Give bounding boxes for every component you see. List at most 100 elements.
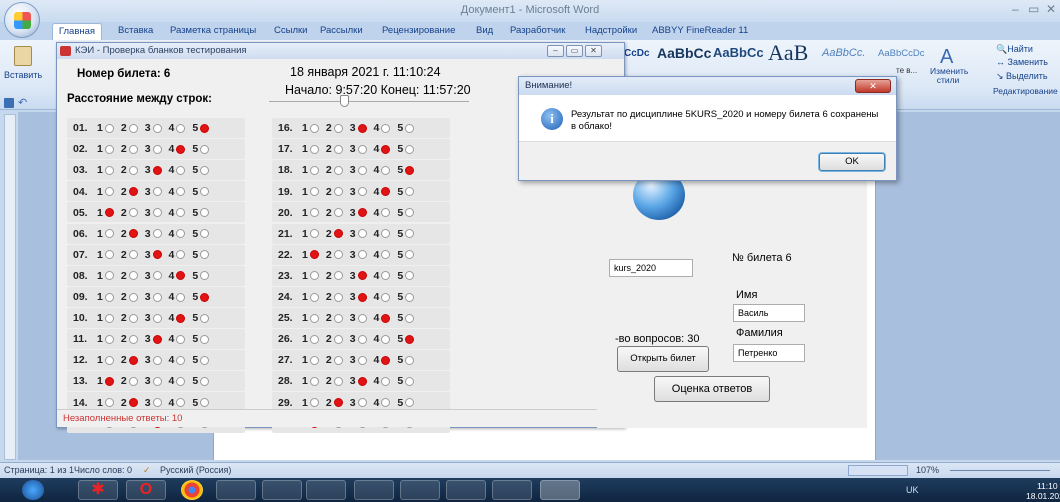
answer-radio[interactable] (128, 313, 138, 323)
answer-radio[interactable] (309, 144, 319, 154)
select-button[interactable]: ↘ Выделить (996, 71, 1048, 82)
tab-references[interactable]: Ссылки (274, 25, 307, 36)
answer-radio[interactable] (176, 250, 186, 260)
close-button[interactable]: ✕ (1046, 2, 1056, 16)
style-item-4[interactable]: AaB (768, 40, 808, 66)
answer-radio[interactable] (104, 376, 114, 386)
answer-radio[interactable] (176, 271, 186, 281)
answer-radio[interactable] (200, 144, 210, 154)
answer-radio[interactable] (357, 229, 367, 239)
answer-radio[interactable] (176, 355, 186, 365)
answer-radio[interactable] (333, 334, 343, 344)
answer-radio[interactable] (309, 376, 319, 386)
answer-radio[interactable] (309, 313, 319, 323)
answer-radio[interactable] (357, 271, 367, 281)
answer-radio[interactable] (200, 208, 210, 218)
answer-radio[interactable] (405, 313, 415, 323)
answer-radio[interactable] (152, 398, 162, 408)
answer-radio[interactable] (104, 398, 114, 408)
clock[interactable]: 11:1018.01.2021 (1026, 481, 1060, 501)
answer-radio[interactable] (405, 292, 415, 302)
answer-radio[interactable] (333, 355, 343, 365)
tab-addins[interactable]: Надстройки (585, 25, 637, 36)
answer-radio[interactable] (381, 250, 391, 260)
answer-radio[interactable] (357, 250, 367, 260)
answer-radio[interactable] (381, 208, 391, 218)
answer-radio[interactable] (128, 398, 138, 408)
view-buttons[interactable] (848, 465, 908, 476)
answer-radio[interactable] (104, 208, 114, 218)
answer-radio[interactable] (104, 334, 114, 344)
answer-radio[interactable] (152, 376, 162, 386)
taskbar-app-5-icon[interactable] (262, 480, 302, 500)
quick-access-toolbar[interactable]: ↶ (0, 96, 56, 112)
answer-radio[interactable] (357, 292, 367, 302)
answer-radio[interactable] (104, 271, 114, 281)
taskbar-opera-icon[interactable]: O (126, 480, 166, 500)
answer-radio[interactable] (176, 144, 186, 154)
answer-radio[interactable] (381, 376, 391, 386)
answer-radio[interactable] (381, 187, 391, 197)
answer-radio[interactable] (200, 187, 210, 197)
zoom-slider[interactable] (950, 470, 1050, 471)
answer-radio[interactable] (200, 250, 210, 260)
answer-radio[interactable] (128, 144, 138, 154)
answer-radio[interactable] (309, 292, 319, 302)
answer-radio[interactable] (333, 165, 343, 175)
answer-radio[interactable] (309, 165, 319, 175)
answer-radio[interactable] (405, 398, 415, 408)
answer-radio[interactable] (152, 313, 162, 323)
answer-radio[interactable] (128, 208, 138, 218)
answer-radio[interactable] (104, 165, 114, 175)
answer-radio[interactable] (357, 208, 367, 218)
answer-radio[interactable] (333, 144, 343, 154)
answer-radio[interactable] (200, 398, 210, 408)
tab-view[interactable]: Вид (476, 25, 493, 36)
taskbar-app-1-icon[interactable]: ✱ (78, 480, 118, 500)
answer-radio[interactable] (405, 165, 415, 175)
answer-radio[interactable] (357, 165, 367, 175)
save-icon[interactable] (4, 98, 14, 108)
answer-radio[interactable] (104, 123, 114, 133)
spellcheck-icon[interactable]: ✓ (143, 465, 151, 476)
kei-maximize-button[interactable]: ▭ (566, 45, 583, 57)
answer-radio[interactable] (128, 376, 138, 386)
answer-radio[interactable] (333, 376, 343, 386)
replace-button[interactable]: ↔ Заменить (996, 57, 1048, 67)
kei-close-button[interactable]: ✕ (585, 45, 602, 57)
undo-icon[interactable]: ↶ (18, 96, 27, 109)
answer-radio[interactable] (333, 313, 343, 323)
answer-radio[interactable] (309, 250, 319, 260)
language-indicator[interactable]: Русский (Россия) (160, 465, 231, 475)
answer-radio[interactable] (128, 292, 138, 302)
spacing-slider-thumb[interactable] (340, 95, 349, 107)
message-close-button[interactable]: ✕ (855, 79, 891, 93)
answer-radio[interactable] (104, 187, 114, 197)
answer-radio[interactable] (176, 123, 186, 133)
answer-radio[interactable] (381, 271, 391, 281)
taskbar-chrome-icon[interactable] (181, 480, 203, 500)
answer-radio[interactable] (104, 292, 114, 302)
answer-radio[interactable] (381, 229, 391, 239)
taskbar-app-8-icon[interactable] (400, 480, 440, 500)
answer-radio[interactable] (128, 165, 138, 175)
answer-radio[interactable] (333, 292, 343, 302)
answer-radio[interactable] (381, 292, 391, 302)
answer-radio[interactable] (152, 208, 162, 218)
answer-radio[interactable] (333, 123, 343, 133)
answer-radio[interactable] (309, 187, 319, 197)
answer-radio[interactable] (309, 334, 319, 344)
answer-radio[interactable] (381, 355, 391, 365)
answer-radio[interactable] (200, 313, 210, 323)
answer-radio[interactable] (309, 229, 319, 239)
answer-radio[interactable] (405, 187, 415, 197)
answer-radio[interactable] (333, 187, 343, 197)
tab-review[interactable]: Рецензирование (382, 25, 455, 36)
answer-radio[interactable] (357, 187, 367, 197)
answer-radio[interactable] (405, 123, 415, 133)
answer-radio[interactable] (152, 187, 162, 197)
grade-answers-button[interactable]: Оценка ответов (654, 376, 770, 402)
style-item-5[interactable]: AaBbCc. (822, 47, 865, 59)
answer-radio[interactable] (309, 271, 319, 281)
answer-radio[interactable] (176, 165, 186, 175)
